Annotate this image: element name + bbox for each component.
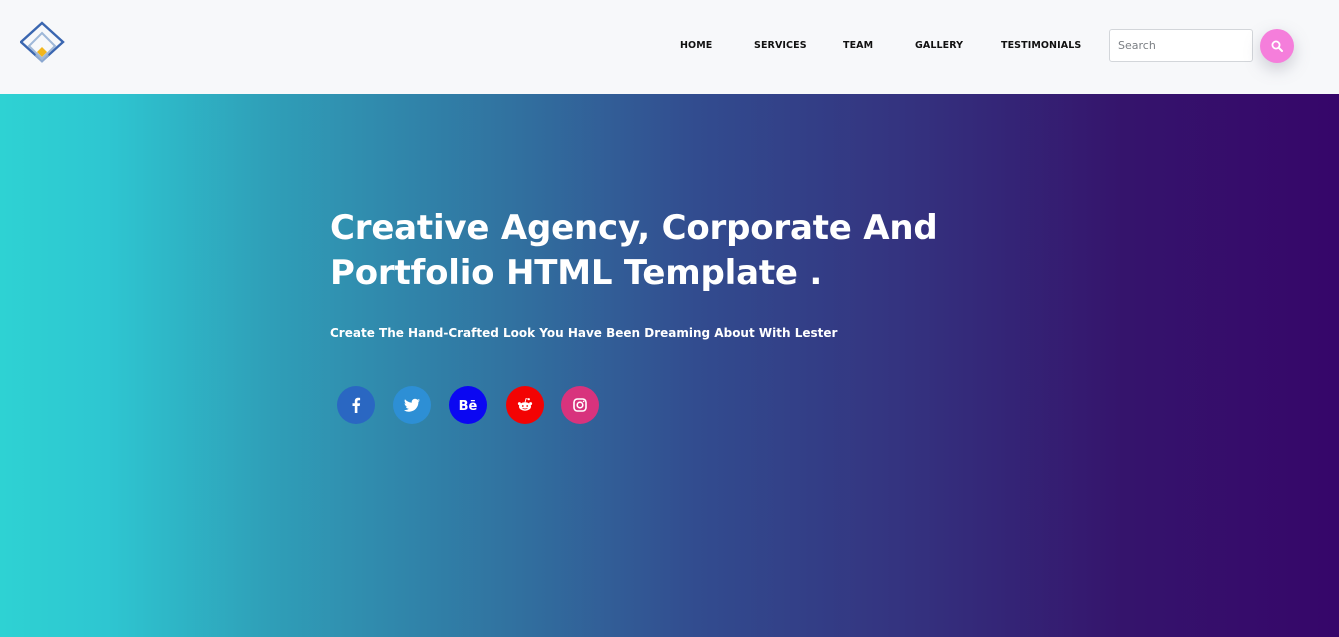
- nav-testimonials[interactable]: TESTIMONIALS: [1001, 40, 1081, 51]
- nav-home[interactable]: HOME: [680, 40, 712, 51]
- nav-team[interactable]: TEAM: [843, 40, 873, 51]
- hero-section: Creative Agency, Corporate And Portfolio…: [0, 94, 1339, 637]
- facebook-icon: [337, 386, 375, 424]
- behance-icon: Bē: [449, 386, 487, 424]
- svg-text:Bē: Bē: [459, 399, 478, 414]
- twitter-icon: [393, 386, 431, 424]
- reddit-icon: [506, 386, 544, 424]
- facebook-link[interactable]: [337, 386, 375, 424]
- search-icon: [1271, 40, 1283, 52]
- hero-title: Creative Agency, Corporate And Portfolio…: [330, 208, 938, 293]
- twitter-link[interactable]: [393, 386, 431, 424]
- reddit-link[interactable]: [506, 386, 544, 424]
- nav-services[interactable]: SERVICES: [754, 40, 807, 51]
- search-button[interactable]: [1260, 29, 1294, 63]
- nav-gallery[interactable]: GALLERY: [915, 40, 963, 51]
- site-header: HOME SERVICES TEAM GALLERY TESTIMONIALS: [0, 0, 1339, 94]
- hero-subtitle: Create The Hand-Crafted Look You Have Be…: [330, 326, 838, 340]
- instagram-link[interactable]: [561, 386, 599, 424]
- search-input[interactable]: [1109, 29, 1253, 62]
- instagram-icon: [561, 386, 599, 424]
- behance-link[interactable]: Bē: [449, 386, 487, 424]
